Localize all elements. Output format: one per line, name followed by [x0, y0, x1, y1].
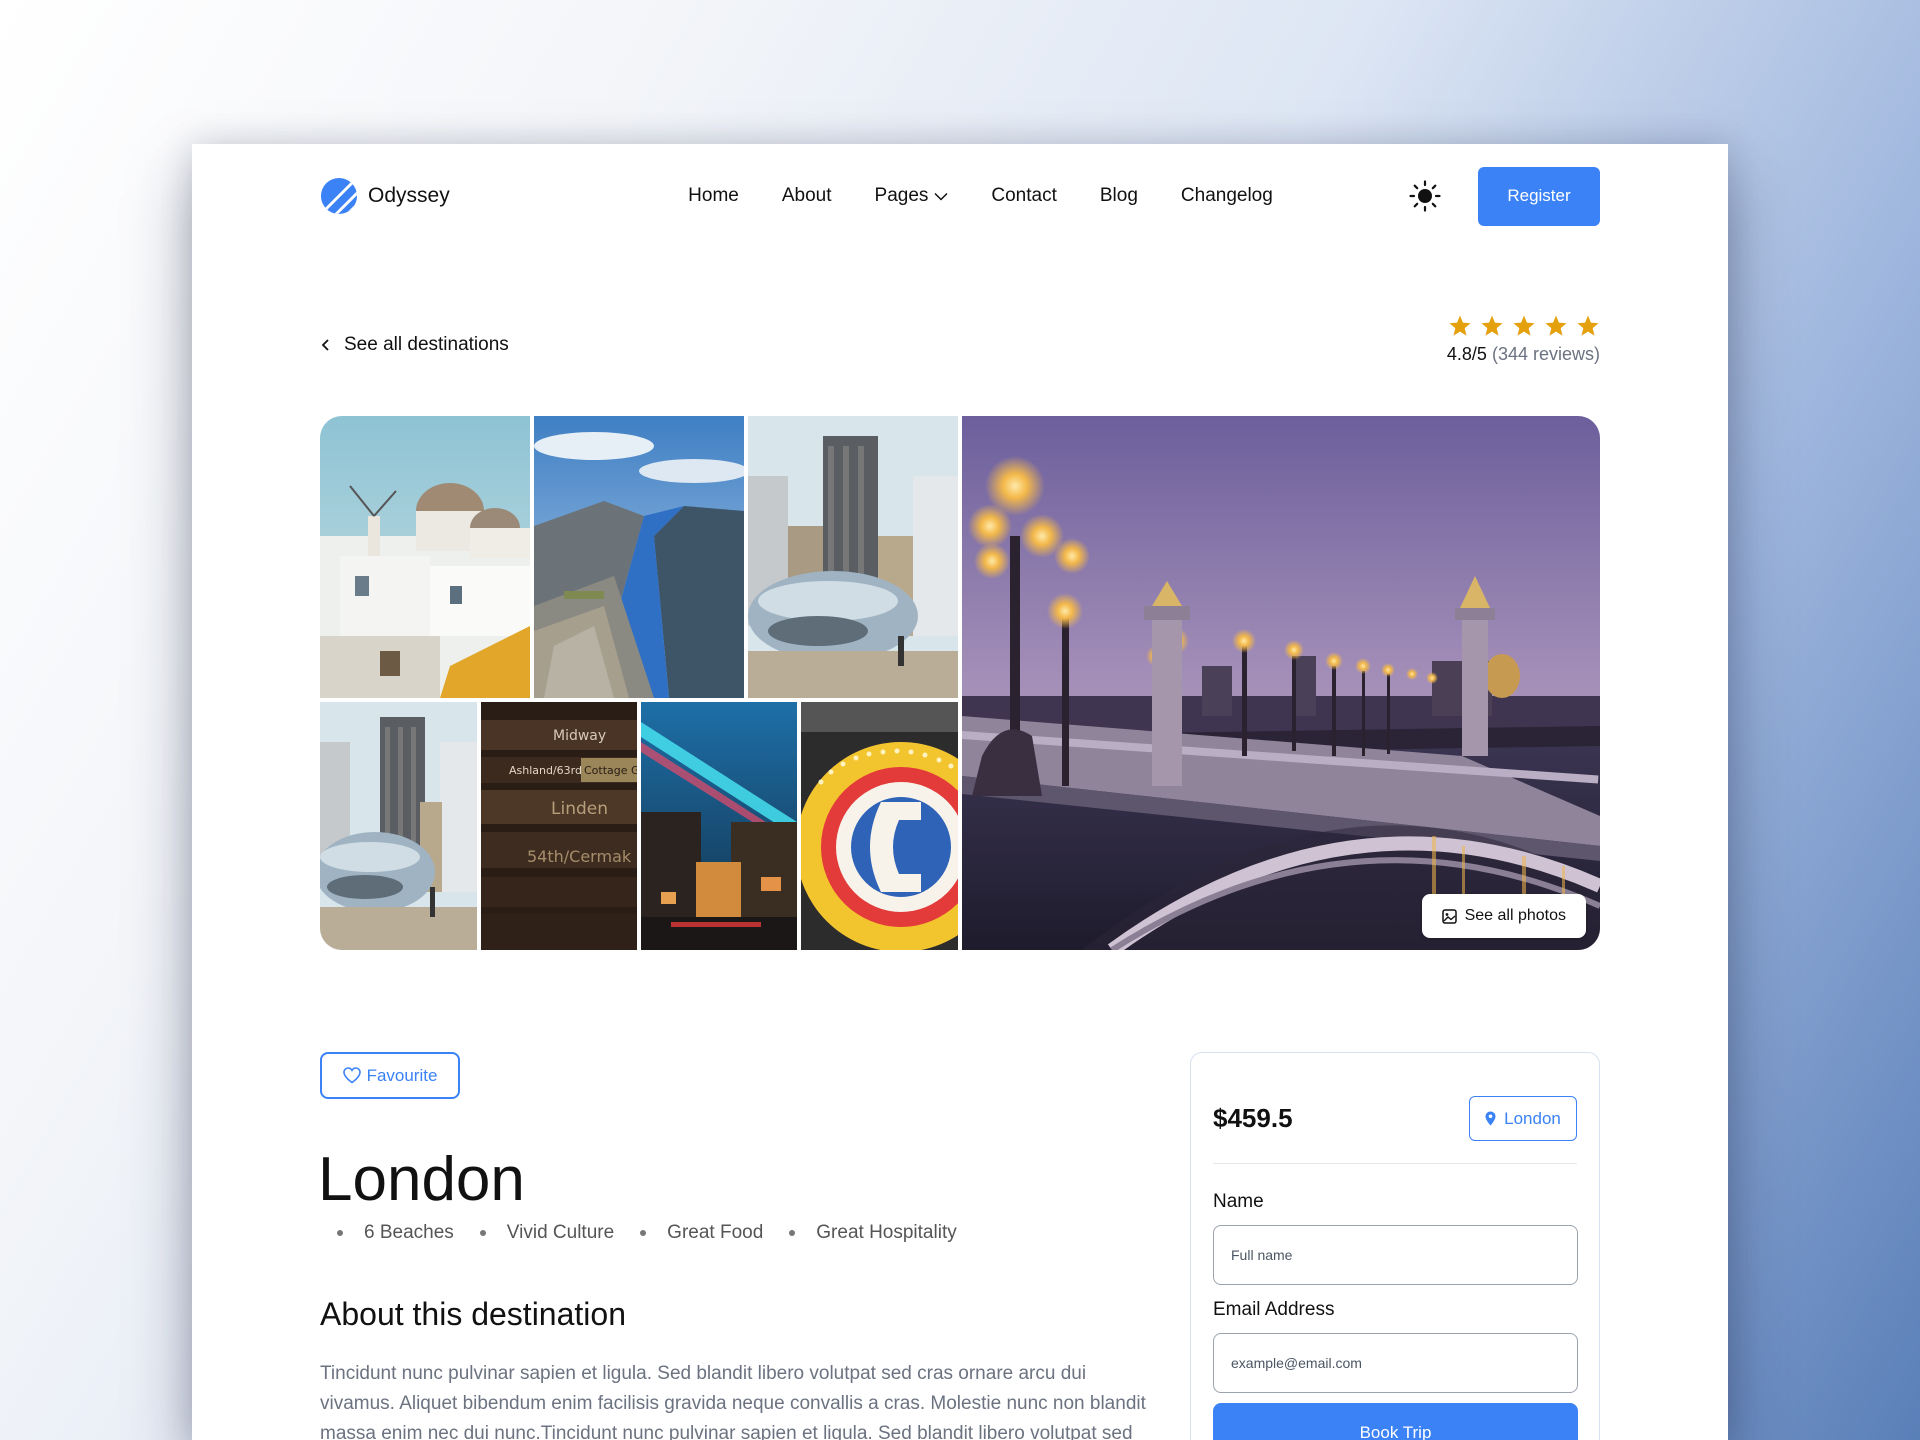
star-icon [1513, 315, 1535, 336]
photo-gallery: Midway Ashland/63rd Cottage G Linden 54t… [320, 416, 1600, 950]
brand-logo[interactable]: Odyssey [320, 177, 560, 215]
feature-item: Great Food [640, 1222, 763, 1244]
nav-contact[interactable]: Contact [991, 185, 1056, 207]
nav-about[interactable]: About [782, 185, 832, 207]
gallery-photo-paris-bridge[interactable]: See all photos [962, 416, 1600, 950]
nav-actions: Register [1409, 166, 1600, 226]
main-menu: Home About Pages Contact Blog Changelog [552, 185, 1409, 207]
nav-pages[interactable]: Pages [875, 185, 949, 207]
location-badge[interactable]: London [1469, 1096, 1577, 1141]
sign-text-ashland: Ashland/63rd [509, 764, 582, 777]
gallery-photo-chicago-bean[interactable] [748, 416, 958, 698]
gallery-photo-chicago-sign[interactable] [801, 702, 958, 950]
gallery-photo-night-street[interactable] [641, 702, 797, 950]
gallery-photo-train-signs[interactable]: Midway Ashland/63rd Cottage G Linden 54t… [481, 702, 637, 950]
top-nav: Odyssey Home About Pages Contact Blog Ch… [320, 166, 1600, 226]
see-all-photos-button[interactable]: See all photos [1421, 894, 1586, 938]
theme-toggle-sun-icon[interactable] [1409, 180, 1441, 212]
chevron-left-icon [321, 339, 329, 351]
rating-summary: 4.8/5 (344 reviews) [1447, 314, 1600, 365]
register-button[interactable]: Register [1478, 166, 1600, 226]
name-input[interactable] [1213, 1225, 1578, 1285]
star-icon [1545, 315, 1567, 336]
nav-home[interactable]: Home [688, 185, 739, 207]
review-count: (344 reviews) [1491, 344, 1600, 364]
heart-icon [342, 1067, 361, 1084]
sign-text-cermak: 54th/Cermak [527, 847, 632, 866]
gallery-photo-santorini[interactable] [320, 416, 530, 698]
feature-item: Vivid Culture [480, 1222, 614, 1244]
sign-text-cottage: Cottage G [584, 764, 637, 777]
see-all-photos-label: See all photos [1464, 907, 1566, 924]
rating-text: 4.8/5 (344 reviews) [1447, 344, 1600, 365]
about-text: Tincidunt nunc pulvinar sapien et ligula… [320, 1363, 1146, 1440]
nav-blog[interactable]: Blog [1100, 185, 1138, 207]
favourite-button[interactable]: Favourite [320, 1052, 460, 1099]
location-label: London [1504, 1108, 1561, 1128]
star-icon [1481, 315, 1503, 336]
see-all-destinations-link[interactable]: See all destinations [320, 334, 509, 356]
star-icon [1449, 315, 1471, 336]
destination-title: London [318, 1145, 525, 1214]
image-icon [1441, 908, 1457, 924]
booking-card: $459.5 London Name Email Address Book Tr… [1190, 1052, 1600, 1440]
chevron-down-icon [934, 192, 948, 201]
nav-pages-label: Pages [874, 185, 929, 206]
feature-item: 6 Beaches [337, 1222, 454, 1244]
brand-name: Odyssey [368, 184, 450, 207]
favourite-label: Favourite [366, 1065, 438, 1085]
gallery-photo-fjord[interactable] [534, 416, 744, 698]
back-link-label: See all destinations [344, 334, 509, 355]
odyssey-logo-icon [320, 177, 358, 215]
gallery-photo-chicago-bean-2[interactable] [320, 702, 477, 950]
name-label: Name [1213, 1191, 1264, 1212]
sign-text-linden: Linden [551, 799, 608, 819]
browser-frame: Odyssey Home About Pages Contact Blog Ch… [192, 144, 1728, 1440]
map-pin-icon [1485, 1111, 1496, 1126]
rating-score: 4.8/5 [1446, 344, 1487, 364]
email-label: Email Address [1213, 1299, 1335, 1320]
star-icon [1577, 315, 1599, 336]
destination-features: 6 Beaches Vivid Culture Great Food Great… [337, 1222, 983, 1244]
trip-price: $459.5 [1213, 1103, 1293, 1133]
card-divider [1213, 1163, 1577, 1164]
about-heading: About this destination [320, 1296, 626, 1332]
book-trip-button[interactable]: Book Trip [1213, 1403, 1578, 1440]
nav-changelog[interactable]: Changelog [1181, 185, 1273, 207]
star-rating [1447, 314, 1600, 338]
email-input[interactable] [1213, 1333, 1578, 1393]
sign-text-midway: Midway [553, 728, 606, 744]
feature-item: Great Hospitality [789, 1222, 956, 1244]
